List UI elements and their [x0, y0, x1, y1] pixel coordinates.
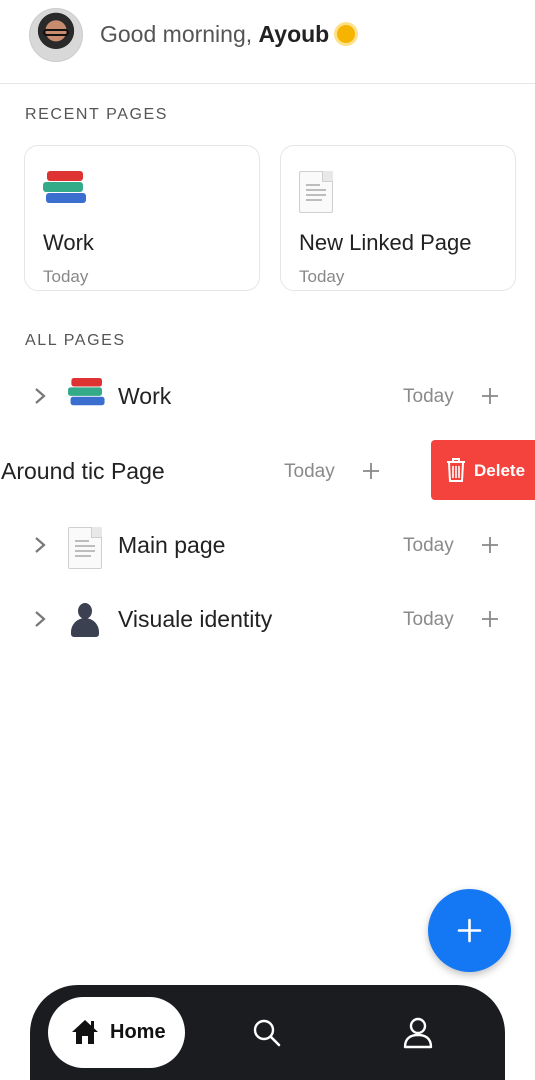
page-date: Today: [403, 535, 454, 556]
all-pages-heading: ALL PAGES: [25, 332, 126, 349]
delete-button[interactable]: Delete: [431, 440, 535, 500]
home-icon: [72, 1020, 98, 1044]
search-icon[interactable]: [252, 1018, 282, 1048]
greeting-text: Good morning,: [100, 21, 253, 47]
page-date: Today: [403, 609, 454, 630]
chevron-right-icon[interactable]: [33, 386, 47, 406]
nav-home-label: Home: [110, 1021, 166, 1043]
avatar[interactable]: [29, 8, 83, 62]
add-subpage-icon[interactable]: [480, 535, 500, 555]
greeting: Good morning, Ayoub: [100, 21, 356, 48]
user-name: Ayoub: [258, 21, 330, 47]
recent-card-new-linked-page[interactable]: New Linked Page Today: [280, 145, 516, 291]
card-date: Today: [299, 267, 345, 286]
add-subpage-icon[interactable]: [361, 461, 381, 481]
page-date: Today: [284, 461, 335, 482]
page-label: Visuale identity: [118, 606, 273, 632]
page-date: Today: [403, 386, 454, 407]
chevron-right-icon[interactable]: [33, 535, 47, 555]
person-silhouette-icon: [70, 603, 100, 637]
page-row-swiped[interactable]: Around tic Page Today Delete: [0, 440, 535, 500]
plus-icon: [457, 918, 482, 943]
bottom-navigation: Home: [30, 985, 505, 1080]
card-title: New Linked Page: [299, 230, 472, 255]
page-label: Main page: [118, 532, 226, 558]
page-label: Around tic Page: [1, 458, 165, 484]
document-icon: [299, 171, 333, 213]
page-row-work[interactable]: Work Today: [0, 366, 535, 426]
add-subpage-icon[interactable]: [480, 386, 500, 406]
trash-icon: [447, 458, 465, 482]
recent-pages-heading: RECENT PAGES: [25, 106, 169, 123]
nav-home-button[interactable]: Home: [48, 997, 185, 1068]
recent-card-work[interactable]: Work Today: [24, 145, 260, 291]
header: Good morning, Ayoub: [0, 0, 535, 84]
card-title: Work: [43, 230, 94, 255]
books-icon: [43, 171, 86, 209]
add-page-button[interactable]: [428, 889, 511, 972]
profile-icon[interactable]: [403, 1017, 433, 1049]
page-row-visuale-identity[interactable]: Visuale identity Today: [0, 589, 535, 649]
add-subpage-icon[interactable]: [480, 609, 500, 629]
books-icon: [68, 378, 110, 416]
sun-icon: [337, 25, 356, 43]
document-icon: [68, 527, 102, 569]
page-label: Work: [118, 383, 172, 409]
page-row-main-page[interactable]: Main page Today: [0, 515, 535, 575]
card-date: Today: [43, 267, 89, 286]
delete-label: Delete: [474, 461, 526, 480]
chevron-right-icon[interactable]: [33, 609, 47, 629]
